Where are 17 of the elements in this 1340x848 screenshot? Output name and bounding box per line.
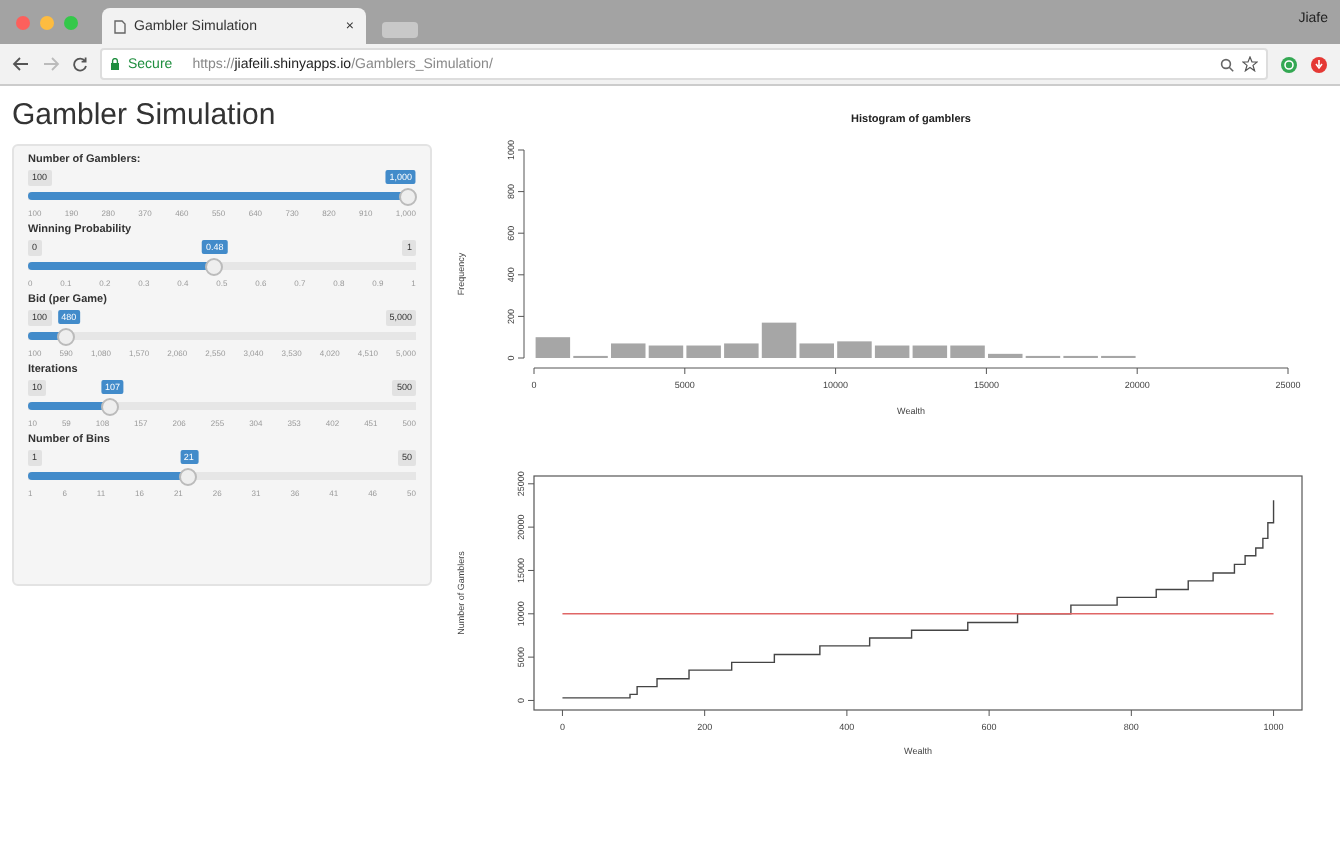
- page-icon: [114, 19, 126, 33]
- reload-icon[interactable]: [72, 56, 88, 72]
- star-icon[interactable]: [1242, 56, 1258, 72]
- back-icon[interactable]: [12, 56, 30, 72]
- forward-icon[interactable]: [42, 56, 60, 72]
- slider-thumb[interactable]: [179, 467, 198, 485]
- slider-thumb[interactable]: [399, 187, 417, 205]
- extension-icon[interactable]: [1280, 55, 1298, 73]
- lock-icon: [110, 58, 120, 70]
- slider[interactable]: [28, 186, 416, 206]
- slider-thumb[interactable]: [205, 257, 224, 275]
- histogram-bar: [837, 341, 872, 358]
- slider-thumb[interactable]: [56, 327, 75, 345]
- page-title: Gambler Simulation: [12, 98, 276, 132]
- extension-icon[interactable]: [1310, 55, 1328, 73]
- search-icon[interactable]: [1220, 57, 1234, 71]
- slider-thumb[interactable]: [101, 397, 120, 415]
